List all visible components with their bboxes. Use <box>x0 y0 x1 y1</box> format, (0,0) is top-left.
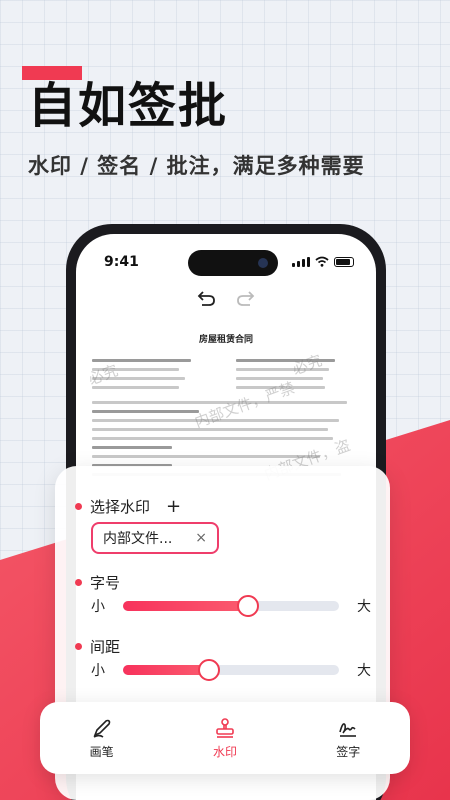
spacing-slider-row: 小 大 <box>91 659 371 681</box>
bullet-dot <box>75 643 82 650</box>
stamp-icon <box>216 717 234 738</box>
font-size-row: 字号 <box>75 572 120 593</box>
spacing-slider[interactable] <box>123 659 339 681</box>
status-icons <box>292 256 354 267</box>
tab-pen[interactable]: 画笔 <box>57 717 147 760</box>
spacing-slider-knob[interactable] <box>198 659 221 681</box>
redo-icon[interactable] <box>235 288 255 308</box>
bullet-dot <box>75 503 82 510</box>
slider-max-label: 大 <box>357 599 371 615</box>
wifi-icon <box>315 256 329 267</box>
pen-icon <box>93 719 110 738</box>
clear-watermark-button[interactable]: × <box>195 530 207 546</box>
watermark-select-row: 选择水印 + <box>75 496 181 517</box>
bottom-tab-bar: 画笔 水印 签字 <box>40 702 410 774</box>
tab-label: 水印 <box>212 744 237 759</box>
tab-signature[interactable]: 签字 <box>303 717 393 760</box>
spacing-label: 间距 <box>90 638 121 656</box>
tab-watermark[interactable]: 水印 <box>180 717 270 760</box>
spacing-slider-fill <box>123 665 210 675</box>
hero-title: 自如签批 <box>28 78 229 134</box>
slider-max-label: 大 <box>357 663 371 679</box>
hero-subtitle: 水印 / 签名 / 批注，满足多种需要 <box>28 154 365 178</box>
font-size-slider-row: 小 大 <box>91 595 371 617</box>
watermark-select-label: 选择水印 <box>90 498 151 516</box>
add-watermark-button[interactable]: + <box>166 496 181 517</box>
slider-min-label: 小 <box>91 663 105 679</box>
battery-icon <box>334 256 354 267</box>
tab-label: 签字 <box>336 744 361 759</box>
selected-watermark-text: 内部文件... <box>103 531 173 547</box>
undo-icon[interactable] <box>197 288 217 308</box>
status-time: 9:41 <box>104 254 139 270</box>
tab-label: 画笔 <box>89 744 114 759</box>
selected-watermark-chip[interactable]: 内部文件... × <box>91 522 219 554</box>
signature-icon <box>339 722 357 737</box>
font-size-slider[interactable] <box>123 595 339 617</box>
document-title: 房屋租赁合同 <box>198 335 253 345</box>
font-size-slider-fill <box>123 601 249 611</box>
font-size-label: 字号 <box>90 574 121 592</box>
signal-icon <box>292 256 310 267</box>
undo-redo-bar <box>76 288 376 308</box>
slider-min-label: 小 <box>91 599 105 615</box>
font-size-slider-knob[interactable] <box>237 595 260 617</box>
spacing-row: 间距 <box>75 636 120 657</box>
dynamic-island <box>188 250 278 276</box>
bullet-dot <box>75 579 82 586</box>
